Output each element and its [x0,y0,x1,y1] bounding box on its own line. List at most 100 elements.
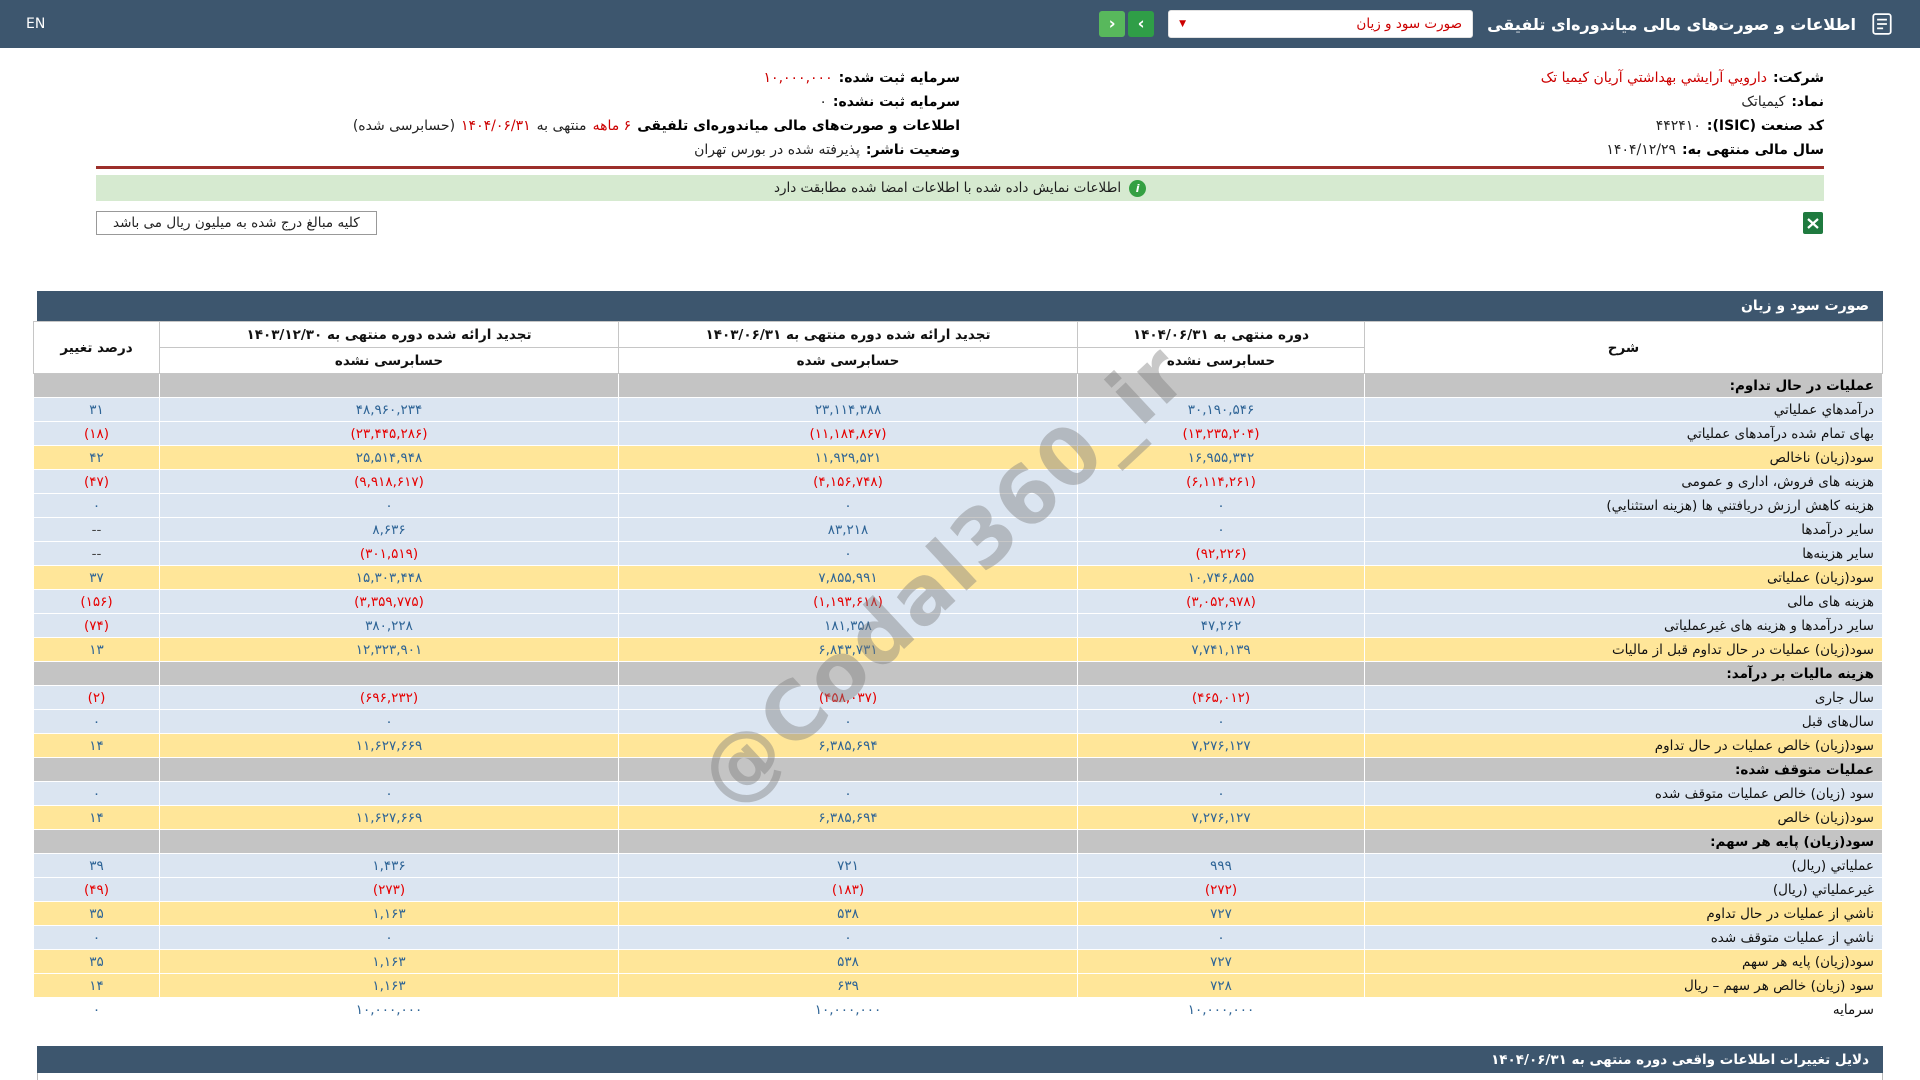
page: اطلاعات و صورت‌های مالی میاندوره‌ای تلفی… [0,0,1920,1080]
change-percent-cell: ۱۳ [34,638,160,662]
value-cell: ۱۱,۶۲۷,۶۶۹ [160,806,619,830]
value-cell: ۰ [619,782,1078,806]
value-cell: ۱۰,۰۰۰,۰۰۰ [619,998,1078,1022]
change-percent-cell: (۲) [34,686,160,710]
section-empty-cell [160,374,619,398]
value-cell: ۰ [1078,518,1365,542]
section-empty-cell [1078,758,1365,782]
value-cell: ۱۸۱,۳۵۸ [619,614,1078,638]
nav-forward-button[interactable]: › [1128,11,1154,37]
row-description: سود(زيان) پايه هر سهم [1365,950,1883,974]
value-cell: ۰ [160,782,619,806]
value-cell: ۱۱,۹۲۹,۵۲۱ [619,446,1078,470]
unregistered-capital-value: ۰ [819,94,827,110]
section-empty-cell [1078,830,1365,854]
value-cell: (۳۰۱,۵۱۹) [160,542,619,566]
section-row: عملیات در حال تداوم: [34,374,1883,398]
signature-match-text: اطلاعات نمایش داده شده با اطلاعات امضا ش… [774,180,1121,196]
period-statement-label: اطلاعات و صورت‌های مالی میاندوره‌ای تلفی… [637,118,960,134]
row-description: غيرعملياتي (ريال) [1365,878,1883,902]
section-empty-cell [619,758,1078,782]
row-description: بهای تمام شده درآمدهای عملياتي [1365,422,1883,446]
footer-section: دلایل تغییرات اطلاعات واقعی دوره منتهی ب… [37,1046,1883,1080]
change-percent-cell: ۰ [34,710,160,734]
value-cell: ۴۸,۹۶۰,۲۳۴ [160,398,619,422]
fiscal-year-label: سال مالی منتهی به: [1682,142,1824,158]
nav-back-button[interactable]: ‹ [1099,11,1125,37]
value-cell: ۸۳,۲۱۸ [619,518,1078,542]
red-divider-line [96,166,1824,169]
change-percent-cell: ۳۵ [34,950,160,974]
company-info-section: شرکت: دارويي آرايشي بهداشتي آريان کيميا … [96,66,1824,162]
change-percent-cell: ۴۲ [34,446,160,470]
table-row: غيرعملياتي (ريال)(۲۷۲)(۱۸۳)(۲۷۳)(۴۹) [34,878,1883,902]
company-info-right-column: شرکت: دارويي آرايشي بهداشتي آريان کيميا … [960,66,1824,162]
value-cell: ۷۲۱ [619,854,1078,878]
row-description: سود (زيان) خالص عمليات متوقف شده [1365,782,1883,806]
symbol-row: نماد: کيمياتک [960,90,1824,114]
section-empty-cell [34,374,160,398]
report-type-select[interactable]: صورت سود و زیان ▼ [1168,10,1473,38]
period-end-date: ۱۴۰۴/۰۶/۳۱ [461,118,531,134]
section-empty-cell [160,662,619,686]
value-cell: ۳۸۰,۲۲۸ [160,614,619,638]
value-cell: ۵۳۸ [619,902,1078,926]
col-subheader-audit-current: حسابرسی نشده [1078,348,1365,374]
table-row: درآمدهاي عملياتي۳۰,۱۹۰,۵۴۶۲۳,۱۱۴,۳۸۸۴۸,۹… [34,398,1883,422]
row-description: هزينه کاهش ارزش دريافتني ها (هزينه استثن… [1365,494,1883,518]
value-cell: (۱۳,۲۳۵,۲۰۴) [1078,422,1365,446]
table-row: سود (زيان) خالص هر سهم – ريال۷۲۸۶۳۹۱,۱۶۳… [34,974,1883,998]
value-cell: ۶۳۹ [619,974,1078,998]
value-cell: ۰ [1078,782,1365,806]
company-info-grid: شرکت: دارويي آرايشي بهداشتي آريان کيميا … [96,66,1824,162]
row-description: سود (زيان) خالص هر سهم – ريال [1365,974,1883,998]
period-duration: ۶ ماهه [593,118,632,134]
value-cell: ۶,۸۴۳,۷۳۱ [619,638,1078,662]
value-cell: ۷۲۷ [1078,950,1365,974]
row-description: ساير هزينه‌ها [1365,542,1883,566]
table-row: سود(زيان) ناخالص۱۶,۹۵۵,۳۴۲۱۱,۹۲۹,۵۲۱۲۵,۵… [34,446,1883,470]
change-percent-cell: (۴۷) [34,470,160,494]
excel-export-icon[interactable] [1802,211,1824,235]
company-name-label: شرکت: [1773,70,1824,86]
change-percent-cell: ۱۴ [34,974,160,998]
row-description: سود(زيان) عمليات در حال تداوم قبل از مال… [1365,638,1883,662]
top-header-bar: اطلاعات و صورت‌های مالی میاندوره‌ای تلفی… [0,0,1920,48]
section-empty-cell [1078,662,1365,686]
unregistered-capital-row: سرمايه ثبت نشده: ۰ [96,90,960,114]
info-icon: i [1129,180,1146,197]
value-cell: ۷,۷۴۱,۱۳۹ [1078,638,1365,662]
section-label: عملیات در حال تداوم: [1365,374,1883,398]
table-row: سود(زيان) عمليات در حال تداوم قبل از مال… [34,638,1883,662]
value-cell: (۱,۱۹۳,۶۱۸) [619,590,1078,614]
currency-note-box: کلیه مبالغ درج شده به میلیون ریال می باش… [96,211,377,235]
value-cell: ۱,۱۶۳ [160,974,619,998]
table-row: سود (زيان) خالص عمليات متوقف شده۰۰۰۰ [34,782,1883,806]
section-empty-cell [160,830,619,854]
footer-empty-box [37,1073,1883,1080]
row-description: سال‌های قبل [1365,710,1883,734]
col-header-period-current: دوره منتهی به ۱۴۰۴/۰۶/۳۱ [1078,322,1365,348]
row-description: سود(زيان) عملياتی [1365,566,1883,590]
value-cell: (۳,۳۵۹,۷۷۵) [160,590,619,614]
col-subheader-audit-yearend: حسابرسی نشده [160,348,619,374]
value-cell: ۷,۲۷۶,۱۲۷ [1078,734,1365,758]
pl-statement-section: صورت سود و زیان شرح دوره منتهی به ۱۴۰۴/۰… [37,291,1883,1022]
table-row: ساير هزينه‌ها(۹۲,۲۲۶)۰(۳۰۱,۵۱۹)-- [34,542,1883,566]
language-toggle-en[interactable]: EN [26,16,45,32]
publisher-status-value: پذيرفته شده در بورس تهران [694,142,860,158]
statement-report-icon [1870,12,1894,36]
publisher-status-row: وضعيت ناشر: پذيرفته شده در بورس تهران [96,138,960,162]
table-row: سرمايه۱۰,۰۰۰,۰۰۰۱۰,۰۰۰,۰۰۰۱۰,۰۰۰,۰۰۰۰ [34,998,1883,1022]
table-row: سود(زيان) خالص عمليات در حال تداوم۷,۲۷۶,… [34,734,1883,758]
isic-label: کد صنعت (ISIC): [1707,118,1824,134]
value-cell: ۷,۲۷۶,۱۲۷ [1078,806,1365,830]
registered-capital-label: سرمايه ثبت شده: [839,70,960,86]
change-percent-cell: (۴۹) [34,878,160,902]
change-percent-cell: ۱۴ [34,806,160,830]
value-cell: ۱۵,۳۰۳,۴۴۸ [160,566,619,590]
section-empty-cell [619,830,1078,854]
value-cell: ۰ [619,926,1078,950]
row-description: سرمايه [1365,998,1883,1022]
value-cell: (۲۳,۴۴۵,۲۸۶) [160,422,619,446]
